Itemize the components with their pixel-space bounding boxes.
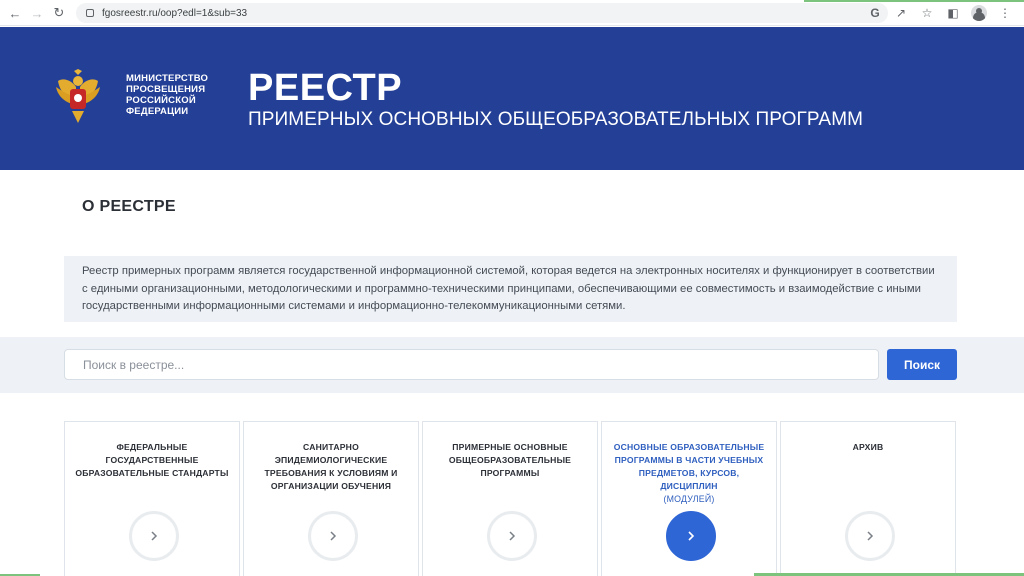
search-button[interactable]: Поиск (887, 349, 957, 380)
card-title: ПРИМЕРНЫЕ ОСНОВНЫЕ ОБЩЕОБРАЗОВАТЕЛЬНЫЕ П… (448, 442, 572, 478)
google-icon[interactable]: G (864, 2, 886, 24)
card-title: АРХИВ (852, 442, 884, 452)
coat-of-arms-icon[interactable] (54, 69, 102, 125)
section-title: О РЕЕСТРЕ (82, 198, 176, 215)
card-subtitle: (МОДУЛЕЙ) (663, 494, 715, 504)
ministry-line: ФЕДЕРАЦИИ (126, 106, 189, 117)
ministry-line: РОССИЙСКОЙ (126, 95, 196, 106)
card-subject-programs[interactable]: ОСНОВНЫЕ ОБРАЗОВАТЕЛЬНЫЕ ПРОГРАММЫ В ЧАС… (601, 421, 777, 576)
card-title-text: ОСНОВНЫЕ ОБРАЗОВАТЕЛЬНЫЕ ПРОГРАММЫ В ЧАС… (613, 442, 765, 491)
chevron-right-icon[interactable] (487, 511, 537, 561)
address-bar[interactable]: fgosreestr.ru/oop?edl=1&sub=33 (76, 3, 888, 23)
forward-icon[interactable]: → (26, 2, 48, 24)
chevron-right-icon[interactable] (308, 511, 358, 561)
back-icon[interactable]: ← (4, 2, 26, 24)
ministry-name: МИНИСТЕРСТВО ПРОСВЕЩЕНИЯ РОССИЙСКОЙ ФЕДЕ… (126, 73, 208, 117)
browser-toolbar: ← → ↻ fgosreestr.ru/oop?edl=1&sub=33 G ↗… (0, 0, 1024, 26)
ministry-line: МИНИСТЕРСТВО (126, 73, 209, 84)
site-header: МИНИСТЕРСТВО ПРОСВЕЩЕНИЯ РОССИЙСКОЙ ФЕДЕ… (0, 27, 1024, 170)
about-description-box: Реестр примерных программ является госуд… (64, 256, 957, 322)
share-icon[interactable]: ↗ (890, 2, 912, 24)
sidebar-icon[interactable]: ◧ (942, 2, 964, 24)
reload-icon[interactable]: ↻ (48, 2, 70, 24)
chevron-right-icon[interactable] (129, 511, 179, 561)
card-title: САНИТАРНО ЭПИДЕМИОЛОГИЧЕСКИЕ ТРЕБОВАНИЯ … (264, 442, 398, 491)
avatar (971, 5, 987, 21)
ministry-line: ПРОСВЕЩЕНИЯ (126, 84, 206, 95)
page-subtitle: ПРИМЕРНЫХ ОСНОВНЫХ ОБЩЕОБРАЗОВАТЕЛЬНЫХ П… (248, 109, 864, 130)
profile-button[interactable] (968, 2, 990, 24)
card-sample-programs[interactable]: ПРИМЕРНЫЕ ОСНОВНЫЕ ОБЩЕОБРАЗОВАТЕЛЬНЫЕ П… (422, 421, 598, 576)
chevron-right-icon[interactable] (666, 511, 716, 561)
card-sanitary-requirements[interactable]: САНИТАРНО ЭПИДЕМИОЛОГИЧЕСКИЕ ТРЕБОВАНИЯ … (243, 421, 419, 576)
search-input[interactable] (64, 349, 879, 380)
card-title: ФЕДЕРАЛЬНЫЕ ГОСУДАРСТВЕННЫЕ ОБРАЗОВАТЕЛЬ… (75, 442, 229, 478)
toolbar-actions: G ↗ ☆ ◧ ⋮ (864, 2, 1016, 24)
star-icon[interactable]: ☆ (916, 2, 938, 24)
menu-icon[interactable]: ⋮ (994, 2, 1016, 24)
card-federal-standards[interactable]: ФЕДЕРАЛЬНЫЕ ГОСУДАРСТВЕННЫЕ ОБРАЗОВАТЕЛЬ… (64, 421, 240, 576)
card-title: ОСНОВНЫЕ ОБРАЗОВАТЕЛЬНЫЕ ПРОГРАММЫ В ЧАС… (610, 441, 768, 506)
about-text: Реестр примерных программ является госуд… (82, 265, 935, 312)
chevron-right-icon[interactable] (845, 511, 895, 561)
lock-icon (86, 9, 94, 17)
url-text: fgosreestr.ru/oop?edl=1&sub=33 (102, 7, 248, 19)
page-title: РЕЕСТР (248, 67, 403, 109)
card-archive[interactable]: АРХИВ (780, 421, 956, 576)
